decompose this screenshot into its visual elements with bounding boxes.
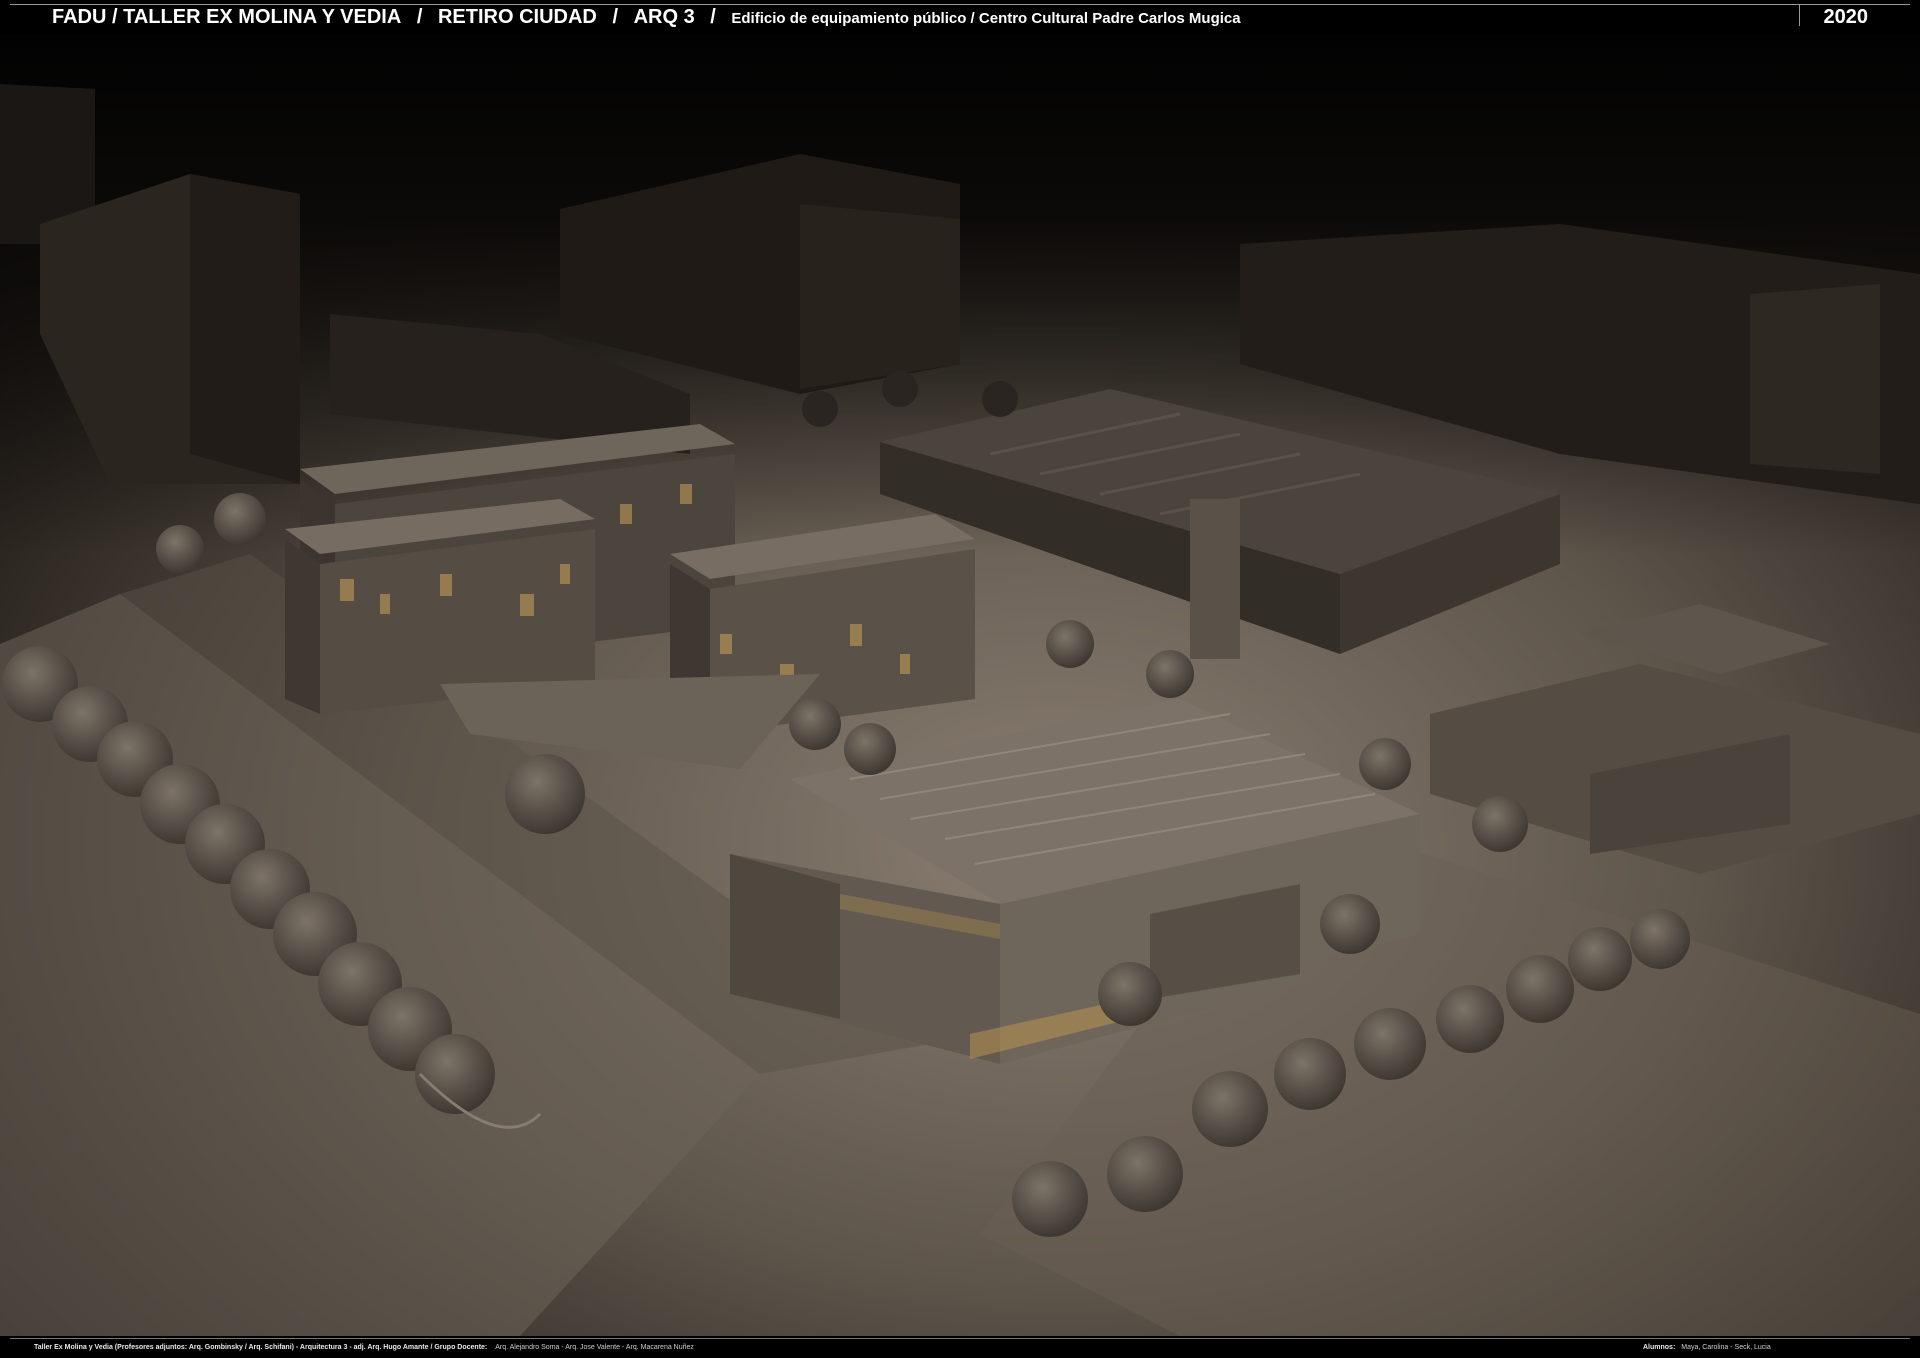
footer-students: Alumnos: Maya, Carolina - Seck, Lucia	[1643, 1343, 1771, 1352]
header-project: Edificio de equipamiento público / Centr…	[731, 10, 1241, 27]
tree	[882, 371, 918, 407]
architectural-render	[0, 34, 1920, 1336]
tree	[844, 723, 896, 775]
tree	[1436, 985, 1504, 1053]
tree	[505, 754, 585, 834]
header-rule	[10, 4, 1910, 5]
footer-credits-text: Taller Ex Molina y Vedia (Profesores adj…	[34, 1344, 488, 1351]
tree	[789, 698, 841, 750]
architectural-render-image	[0, 34, 1920, 1336]
tree	[1012, 1161, 1088, 1237]
header-site: RETIRO CIUDAD	[437, 6, 597, 28]
footer-teachers: Arq. Alejandro Soma - Arq. Jose Valente …	[495, 1344, 694, 1351]
tree	[802, 391, 838, 427]
tree	[415, 1034, 495, 1114]
header-separator: /	[416, 6, 423, 28]
tree	[1359, 738, 1411, 790]
background-building	[800, 204, 960, 389]
tree	[1472, 796, 1528, 852]
tree	[1098, 962, 1162, 1026]
header-separator: /	[710, 6, 716, 28]
footer-rule	[10, 1338, 1910, 1339]
tree	[1274, 1038, 1346, 1110]
header-year-divider	[1799, 4, 1800, 26]
tree	[214, 493, 266, 545]
header-title-row: FADU / TALLER EX MOLINA Y VEDIA / RETIRO…	[52, 6, 1241, 30]
header-separator: /	[612, 6, 618, 28]
tree	[1630, 909, 1690, 969]
tree	[1046, 620, 1094, 668]
header-school: FADU / TALLER EX MOLINA Y VEDIA	[52, 6, 402, 28]
warehouse-silo	[1190, 499, 1240, 659]
tree	[1354, 1008, 1426, 1080]
tree	[156, 525, 204, 573]
tree	[1506, 955, 1574, 1023]
footer-students-label: Alumnos:	[1643, 1344, 1676, 1351]
tree	[1320, 894, 1380, 954]
header-year: 2020	[1823, 6, 1869, 28]
tree	[1146, 650, 1194, 698]
footer-students-names: Maya, Carolina - Seck, Lucia	[1681, 1344, 1771, 1351]
credits-bar: Taller Ex Molina y Vedia (Profesores adj…	[0, 1336, 1920, 1358]
header-course: ARQ 3	[633, 6, 695, 28]
footer-credits: Taller Ex Molina y Vedia (Profesores adj…	[34, 1343, 694, 1352]
background-block	[1750, 284, 1880, 474]
title-bar: FADU / TALLER EX MOLINA Y VEDIA / RETIRO…	[0, 0, 1920, 34]
tree	[1192, 1071, 1268, 1147]
tree	[1107, 1136, 1183, 1212]
background-building	[190, 174, 300, 484]
tree	[982, 381, 1018, 417]
tree	[1568, 927, 1632, 991]
